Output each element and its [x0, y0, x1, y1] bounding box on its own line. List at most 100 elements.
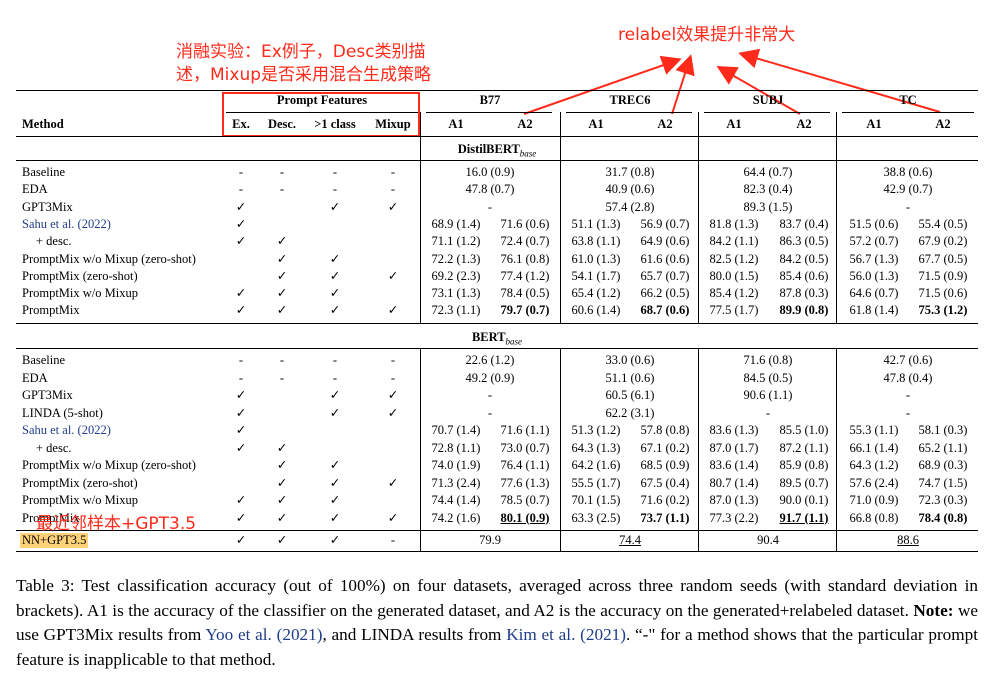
value-cell: 56.7 (1.3): [849, 251, 899, 266]
metric-header: A1: [448, 117, 464, 131]
feature-cell: ✓: [276, 286, 288, 301]
value-cell: 77.4 (1.2): [500, 268, 550, 283]
feature-cell: ✓: [235, 199, 247, 214]
section1-title: DistilBERTbase: [458, 142, 537, 162]
value-cell: 73.7 (1.1): [640, 510, 690, 525]
dataset-header-tc: TC: [899, 93, 917, 107]
value-cell: 68.5 (0.9): [640, 458, 690, 472]
prompt-features-header: Prompt Features: [276, 93, 368, 107]
feature-cell: ✓: [235, 216, 247, 231]
value-cell: 64.3 (1.3): [571, 440, 621, 455]
citation-year-kim[interactable]: (2021): [580, 625, 626, 644]
nn-feature-desc: ✓: [276, 533, 288, 547]
citation-link-sahu[interactable]: Sahu et al. (2022): [22, 217, 111, 232]
value-cell: 72.3 (0.3): [918, 493, 968, 507]
value-cell: 77.5 (1.7): [709, 303, 759, 318]
value-cell: 61.8 (1.4): [849, 303, 899, 318]
vsep: [420, 160, 421, 323]
method-label: PromptMix w/o Mixup: [22, 493, 138, 507]
caption-text1: Test classification accuracy (out of 100…: [16, 576, 978, 620]
value-cell: 78.4 (0.8): [918, 510, 968, 525]
metric-header: A2: [517, 117, 533, 131]
citation-year-yoo[interactable]: (2021): [277, 625, 323, 644]
method-label: PromptMix (zero-shot): [22, 268, 138, 283]
value-cell: -: [905, 199, 911, 214]
value-cell: 49.2 (0.9): [465, 370, 515, 385]
value-cell: 67.1 (0.2): [640, 440, 690, 455]
value-cell: 60.5 (6.1): [605, 388, 655, 402]
value-cell: 72.3 (1.1): [431, 303, 481, 318]
value-cell: 57.2 (0.7): [849, 234, 899, 249]
value-cell: 58.1 (0.3): [918, 423, 968, 437]
dataset-header-trec6: TREC6: [609, 93, 651, 107]
vsep: [420, 348, 421, 551]
value-cell: 71.3 (2.4): [431, 475, 481, 490]
value-cell: 67.5 (0.4): [640, 475, 690, 490]
value-cell: 64.4 (0.7): [743, 165, 793, 179]
citation-link-yoo[interactable]: Yoo et al.: [205, 625, 272, 644]
value-cell: 16.0 (0.9): [465, 165, 515, 179]
nn-value-trec6: 74.4: [619, 533, 641, 547]
value-cell: 65.4 (1.2): [571, 286, 621, 301]
value-cell: 86.3 (0.5): [779, 234, 829, 249]
value-cell: 64.9 (0.6): [640, 234, 690, 249]
value-cell: 66.2 (0.5): [640, 286, 690, 301]
value-cell: 72.8 (1.1): [431, 440, 481, 455]
value-cell: 31.7 (0.8): [605, 165, 655, 179]
method-label: EDA: [22, 370, 48, 385]
feature-cell: -: [279, 165, 285, 179]
tc-rule: [842, 112, 974, 113]
section1-end-rule: [16, 323, 978, 324]
method-label: PromptMix: [22, 303, 80, 318]
b77-rule: [426, 112, 552, 113]
value-cell: 68.9 (0.3): [918, 458, 968, 472]
feature-header-desc: Desc.: [267, 117, 297, 131]
method-label: LINDA (5-shot): [22, 405, 103, 420]
feature-cell: ✓: [387, 510, 399, 525]
nn-feature-multi-class: ✓: [329, 533, 341, 547]
feature-cell: ✓: [329, 388, 341, 402]
method-label: PromptMix w/o Mixup: [22, 286, 138, 301]
trec6-rule: [566, 112, 692, 113]
value-cell: 84.5 (0.5): [743, 370, 793, 385]
value-cell: 55.4 (0.5): [918, 216, 968, 231]
value-cell: 78.4 (0.5): [500, 286, 550, 301]
prompt-features-rule: [226, 112, 418, 113]
value-cell: 67.9 (0.2): [918, 234, 968, 249]
value-cell: -: [487, 405, 493, 420]
feature-cell: ✓: [329, 405, 341, 420]
value-cell: 83.6 (1.3): [709, 423, 759, 437]
feature-header-ex: Ex.: [232, 117, 250, 131]
feature-cell: ✓: [235, 405, 247, 420]
value-cell: 71.1 (1.2): [431, 234, 481, 249]
feature-cell: -: [332, 182, 338, 197]
citation-link-sahu[interactable]: Sahu et al. (2022): [22, 423, 111, 438]
method-label: PromptMix w/o Mixup (zero-shot): [22, 251, 196, 266]
value-cell: 84.2 (0.5): [779, 251, 829, 266]
nn-value-subj: 90.4: [757, 533, 779, 547]
citation-link-kim[interactable]: Kim et al.: [506, 625, 575, 644]
feature-cell: -: [279, 353, 285, 367]
caption-note-label: Note:: [913, 600, 954, 620]
value-cell: 80.1 (0.9): [500, 510, 550, 525]
value-cell: 54.1 (1.7): [571, 268, 621, 283]
value-cell: -: [487, 199, 493, 214]
value-cell: 70.1 (1.5): [571, 493, 621, 507]
feature-header-multi-class: >1 class: [314, 117, 356, 131]
feature-cell: -: [390, 370, 396, 385]
nn-annotation: 最近邻样本+GPT3.5: [36, 514, 197, 534]
feature-cell: ✓: [276, 458, 288, 472]
feature-cell: ✓: [235, 510, 247, 525]
value-cell: 47.8 (0.4): [883, 370, 933, 385]
value-cell: 51.5 (0.6): [849, 216, 899, 231]
feature-header-mixup: Mixup: [375, 117, 411, 131]
top-rule: [16, 90, 978, 91]
value-cell: 77.6 (1.3): [500, 475, 550, 490]
vsep: [560, 348, 561, 551]
feature-cell: ✓: [235, 388, 247, 402]
value-cell: 87.2 (1.1): [779, 440, 829, 455]
feature-cell: ✓: [276, 475, 288, 490]
feature-cell: ✓: [329, 458, 341, 472]
value-cell: 87.0 (1.7): [709, 440, 759, 455]
value-cell: 61.0 (1.3): [571, 251, 621, 266]
